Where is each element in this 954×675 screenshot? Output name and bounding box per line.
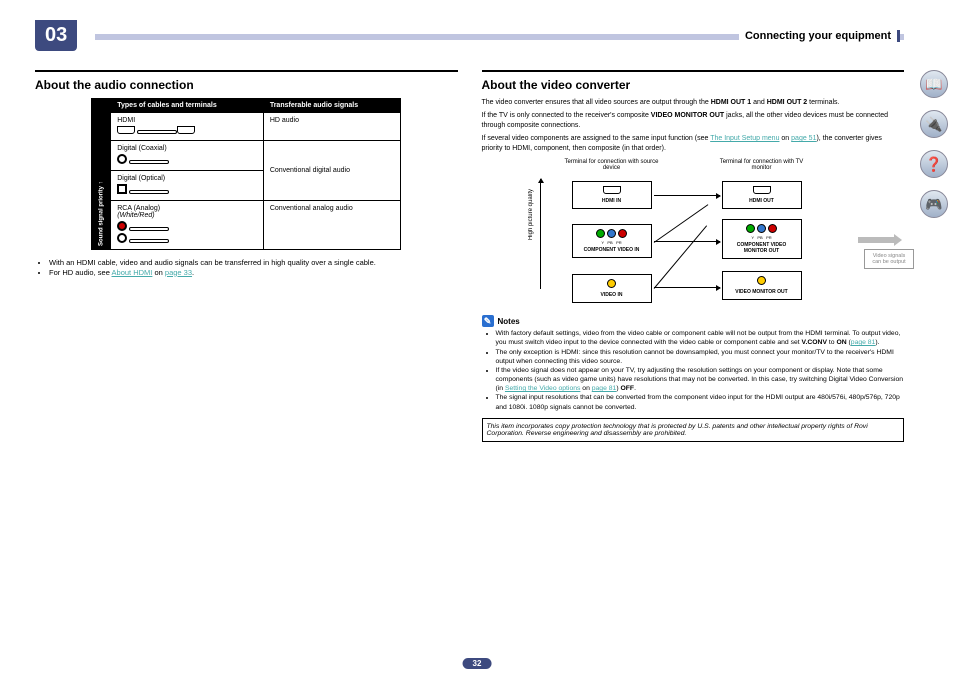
diag-line [654, 195, 720, 287]
audio-bullet-1: With an HDMI cable, video and audio sign… [49, 258, 458, 268]
notes-list: With factory default settings, video fro… [496, 329, 905, 412]
signal-analog: Conventional analog audio [263, 201, 400, 250]
signals-note: Video signals can be output [864, 249, 914, 269]
chapter-number: 03 [35, 20, 77, 51]
priority-label: Sound signal priority ↑ [92, 99, 111, 250]
quality-label: High picture quality [528, 189, 534, 240]
audio-table: Sound signal priority ↑ Types of cables … [91, 98, 401, 250]
video-heading: About the video converter [482, 78, 905, 92]
notes-heading: Notes [498, 317, 520, 326]
cable-rca: RCA (Analog)(White/Red) [111, 201, 264, 250]
box-video-out: VIDEO MONITOR OUT [722, 271, 802, 300]
audio-heading: About the audio connection [35, 78, 458, 92]
audio-bullet-2: For HD audio, see About HDMI on page 33. [49, 268, 458, 278]
link-video-options[interactable]: Setting the Video options [505, 385, 580, 392]
box-video-in: VIDEO IN [572, 274, 652, 303]
note-2: The only exception is HDMI: since this r… [496, 348, 905, 366]
note-3: If the video signal does not appear on y… [496, 366, 905, 394]
signal-digital: Conventional digital audio [263, 141, 400, 201]
arrow-icon [654, 287, 720, 288]
note-icon: ✎ [482, 315, 494, 327]
header: 03 Connecting your equipment [35, 20, 904, 50]
cable-hdmi: HDMI [111, 113, 264, 141]
src-label: Terminal for connection with source devi… [562, 159, 662, 171]
box-comp-out: Y PB PR COMPONENT VIDEO MONITOR OUT [722, 219, 802, 259]
box-hdmi-in: HDMI IN [572, 181, 652, 209]
link-page-81a[interactable]: page 81 [851, 339, 876, 346]
link-input-setup[interactable]: The Input Setup menu [710, 135, 779, 142]
signal-hdmi: HD audio [263, 113, 400, 141]
note-1: With factory default settings, video fro… [496, 329, 905, 347]
th-cables: Types of cables and terminals [111, 99, 264, 113]
link-page-51[interactable]: page 51 [791, 135, 816, 142]
cable-optical: Digital (Optical) [111, 171, 264, 201]
tv-label: Terminal for connection with TV monitor [712, 159, 812, 171]
note-4: The signal input resolutions that can be… [496, 393, 905, 411]
gray-arrow-icon [858, 237, 896, 243]
th-signals: Transferable audio signals [263, 99, 400, 113]
box-comp-in: Y PB PR COMPONENT VIDEO IN [572, 224, 652, 258]
link-page-81b[interactable]: page 81 [592, 385, 617, 392]
link-page-33[interactable]: page 33 [165, 268, 192, 277]
video-diagram: High picture quality Terminal for connec… [482, 159, 905, 309]
page-number: 32 [463, 658, 492, 669]
cable-coax: Digital (Coaxial) [111, 141, 264, 171]
quality-arrow-icon [540, 179, 541, 289]
box-hdmi-out: HDMI OUT [722, 181, 802, 209]
video-body: The video converter ensures that all vid… [482, 98, 905, 153]
copy-protection: This item incorporates copy protection t… [482, 418, 905, 442]
link-about-hdmi[interactable]: About HDMI [112, 268, 153, 277]
header-title: Connecting your equipment [739, 30, 900, 42]
audio-bullets: With an HDMI cable, video and audio sign… [49, 258, 458, 278]
